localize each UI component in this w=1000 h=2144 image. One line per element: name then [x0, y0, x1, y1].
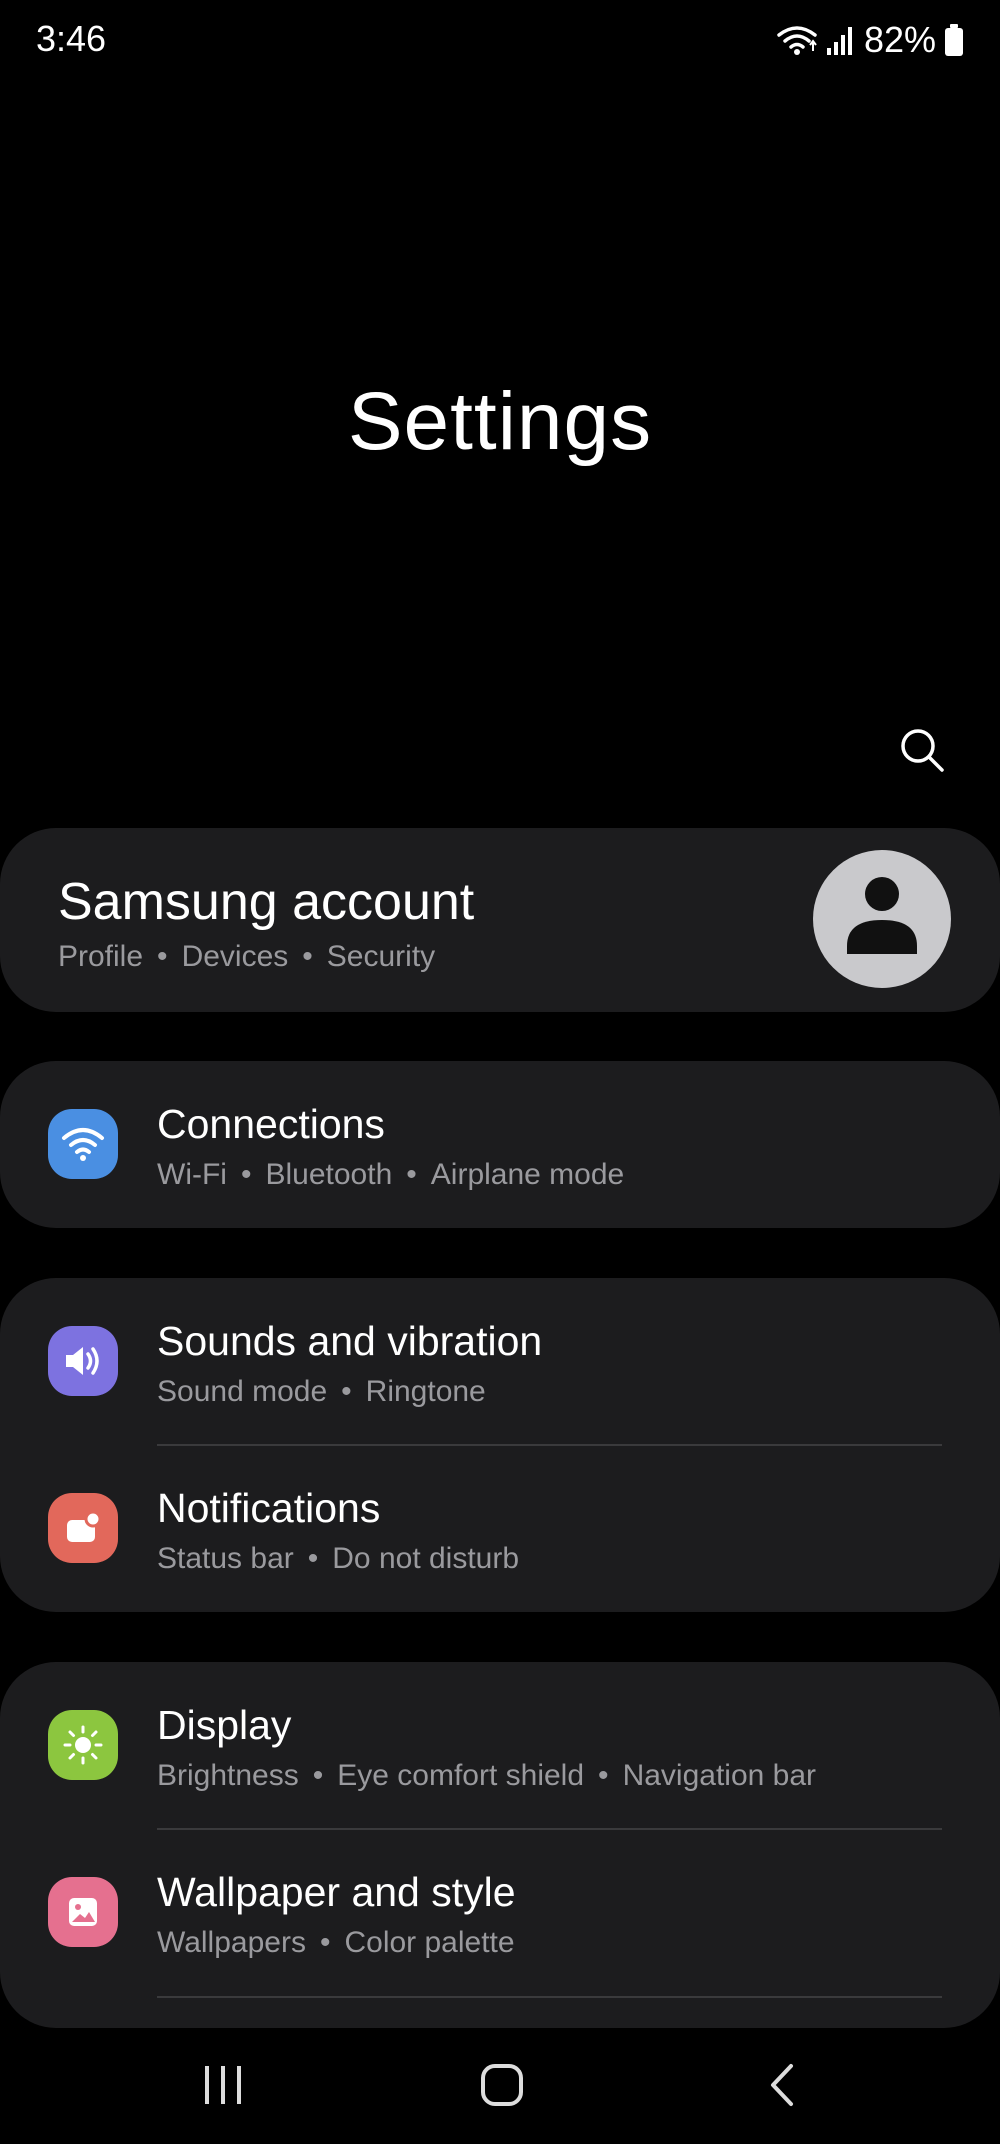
wifi-status-icon: [777, 26, 817, 55]
display-subtitle: Brightness • Eye comfort shield • Navigation…: [157, 1759, 816, 1793]
sub-bluetooth: Bluetooth: [265, 1158, 393, 1191]
account-sub-security: Security: [326, 940, 436, 973]
settings-group-display-wallpaper: Display Brightness • Eye comfort shield • Na…: [0, 1662, 1000, 2028]
notifications-subtitle: Status bar • Do not disturb: [157, 1542, 519, 1576]
status-icons: 82%: [776, 18, 964, 62]
sub-wifi: Wi-Fi: [157, 1158, 227, 1191]
separator-dot: •: [341, 1375, 352, 1408]
samsung-account-card[interactable]: Samsung account Profile • Devices • Security: [0, 828, 1000, 1012]
settings-item-display[interactable]: Display Brightness • Eye comfort shield • Na…: [0, 1662, 1000, 1829]
back-button[interactable]: [737, 2050, 827, 2120]
page-title: Settings: [347, 376, 653, 467]
search-button[interactable]: [892, 720, 952, 780]
sounds-subtitle: Sound mode • Ringtone: [157, 1375, 486, 1409]
notifications-icon-tile: [48, 1493, 118, 1563]
sub-navigation-bar: Navigation bar: [622, 1759, 817, 1792]
avatar: [813, 850, 951, 988]
separator-dot: •: [312, 1759, 324, 1792]
account-sub-profile: Profile: [58, 940, 144, 973]
sounds-title: Sounds and vibration: [157, 1318, 543, 1364]
separator-dot: •: [307, 1542, 319, 1575]
sub-ringtone: Ringtone: [365, 1375, 486, 1408]
divider: [157, 1996, 942, 1998]
recent-apps-icon: [205, 2066, 241, 2104]
settings-group-sounds-notifications: Sounds and vibration Sound mode • Ringtone…: [0, 1278, 1000, 1612]
home-button[interactable]: [457, 2050, 547, 2120]
person-icon: [847, 877, 917, 954]
notifications-title: Notifications: [157, 1485, 381, 1531]
wallpaper-title: Wallpaper and style: [157, 1869, 516, 1915]
navigation-bar: [0, 2030, 1000, 2144]
connections-subtitle: Wi-Fi • Bluetooth • Airplane mode: [157, 1158, 624, 1192]
separator-dot: •: [598, 1759, 609, 1792]
sub-airplane-mode: Airplane mode: [430, 1158, 625, 1191]
account-subtitle: Profile • Devices • Security: [58, 940, 435, 974]
status-time: 3:46: [36, 18, 107, 59]
wifi-icon: [62, 1128, 104, 1161]
sun-icon: [63, 1725, 103, 1765]
sub-brightness: Brightness: [157, 1759, 299, 1792]
sub-eye-comfort-shield: Eye comfort shield: [337, 1759, 585, 1792]
back-icon: [771, 2064, 793, 2106]
battery-icon: [945, 24, 963, 56]
wallpaper-subtitle: Wallpapers • Color palette: [157, 1926, 515, 1960]
search-icon: [901, 729, 944, 772]
display-icon-tile: [48, 1710, 118, 1780]
speaker-icon: [66, 1347, 99, 1375]
separator-dot: •: [302, 940, 313, 973]
sub-do-not-disturb: Do not disturb: [332, 1542, 520, 1575]
settings-item-connections[interactable]: Connections Wi-Fi • Bluetooth • Airplane mod…: [0, 1061, 1000, 1228]
separator-dot: •: [240, 1158, 252, 1191]
sub-color-palette: Color palette: [344, 1926, 515, 1959]
recent-apps-button[interactable]: [178, 2050, 268, 2120]
settings-item-wallpaper-and-style[interactable]: Wallpaper and style Wallpapers • Color pal…: [0, 1829, 1000, 1996]
sub-status-bar: Status bar: [157, 1542, 294, 1575]
settings-item-sounds-and-vibration[interactable]: Sounds and vibration Sound mode • Ringtone: [0, 1278, 1000, 1445]
account-sub-devices: Devices: [181, 940, 289, 973]
separator-dot: •: [319, 1926, 331, 1959]
connections-title: Connections: [157, 1101, 385, 1147]
separator-dot: •: [157, 940, 168, 973]
sub-sound-mode: Sound mode: [157, 1375, 328, 1408]
wallpaper-icon-tile: [48, 1877, 118, 1947]
account-name: Samsung account: [58, 873, 475, 931]
notification-icon: [67, 1510, 102, 1542]
home-icon: [481, 2064, 523, 2106]
status-bar: 3:46 82%: [0, 0, 1000, 80]
settings-item-notifications[interactable]: Notifications Status bar • Do not disturb: [0, 1445, 1000, 1612]
image-icon: [69, 1898, 97, 1926]
display-title: Display: [157, 1702, 292, 1748]
settings-group-connections: Connections Wi-Fi • Bluetooth • Airplane mod…: [0, 1061, 1000, 1228]
connections-icon-tile: [48, 1109, 118, 1179]
separator-dot: •: [406, 1158, 417, 1191]
battery-percent: 82%: [863, 19, 936, 60]
signal-icon: [826, 27, 852, 55]
sounds-icon-tile: [48, 1326, 118, 1396]
sub-wallpapers: Wallpapers: [157, 1926, 306, 1959]
